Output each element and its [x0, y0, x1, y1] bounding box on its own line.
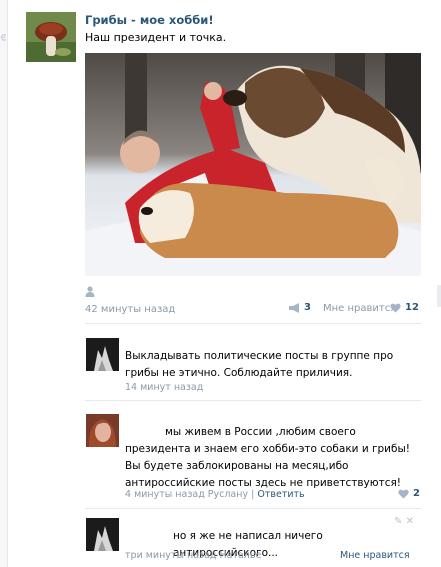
divider	[85, 323, 421, 324]
share-button[interactable]: 3	[289, 302, 311, 313]
comment-like-label[interactable]: Мне нравится	[340, 550, 410, 561]
comment-avatar[interactable]	[86, 414, 119, 447]
megaphone-icon	[289, 302, 299, 313]
close-icon[interactable]: ✕	[406, 516, 414, 527]
comment-like-count: 2	[413, 488, 420, 499]
like-count: 12	[405, 302, 419, 313]
comment-time[interactable]: 4 минуты назад Руслану	[125, 489, 248, 500]
comment-text: Выкладывать политические посты в группе …	[125, 350, 394, 379]
meta-separator: |	[251, 489, 255, 500]
share-count: 3	[304, 302, 311, 313]
edit-icon[interactable]: ✎	[394, 516, 402, 527]
comment-time[interactable]: 14 минут назад	[125, 382, 203, 393]
group-avatar[interactable]	[26, 12, 76, 62]
comment-tools: ✎ ✕	[394, 516, 414, 527]
left-gutter	[0, 0, 8, 567]
president-dogs-photo	[85, 53, 421, 276]
group-name-link[interactable]: Грибы - мое хобби!	[85, 13, 214, 27]
comment-meta: 4 минуты назад Руслану | Ответить	[125, 489, 305, 500]
scrollbar-edge[interactable]	[437, 285, 441, 307]
gear-icon[interactable]: ⚙	[0, 33, 6, 45]
post-photo[interactable]	[85, 53, 421, 276]
comment-like-button[interactable]: 2	[398, 488, 420, 499]
like-button[interactable]: 12	[390, 302, 419, 313]
heart-icon	[398, 489, 409, 498]
post-time[interactable]: 42 минуты назад	[85, 304, 175, 315]
comment-time[interactable]: три минуты назад Наталье	[125, 550, 261, 561]
divider	[85, 508, 421, 509]
like-label[interactable]: Мне нравится	[323, 303, 396, 314]
post-text: Наш президент и точка.	[85, 31, 227, 44]
mushroom-image	[26, 12, 76, 62]
comment-avatar[interactable]	[86, 338, 119, 371]
comment-avatar[interactable]	[86, 518, 119, 551]
divider	[85, 400, 421, 401]
reply-link[interactable]: Ответить	[257, 489, 304, 500]
heart-icon	[390, 303, 401, 312]
person-icon[interactable]	[85, 286, 95, 300]
comment-text: мы живем в России ,любим своего президен…	[125, 426, 410, 489]
